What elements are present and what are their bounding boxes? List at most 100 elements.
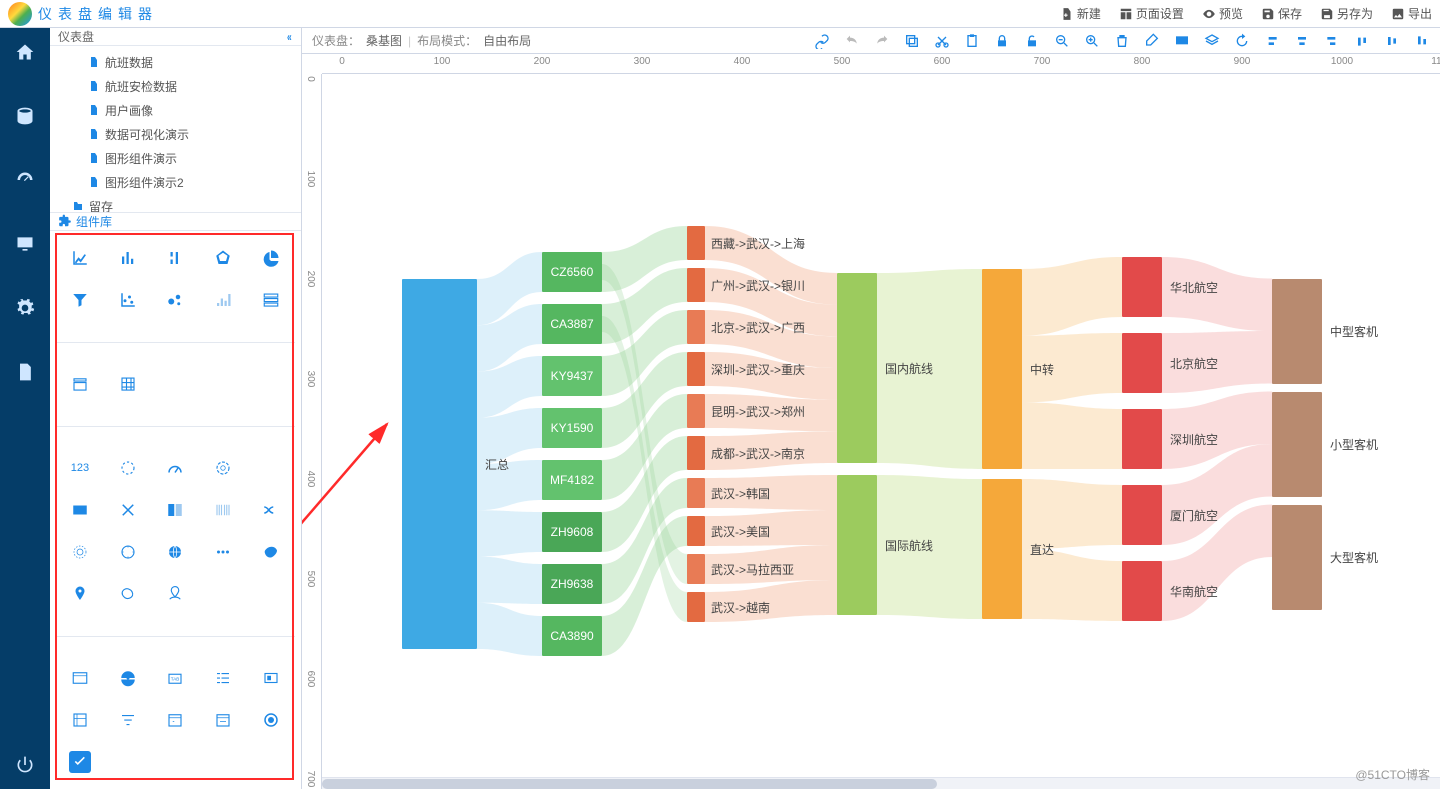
- location-group-icon[interactable]: [164, 583, 186, 605]
- tree-item[interactable]: 航班安检数据: [50, 74, 301, 98]
- sankey-node[interactable]: 中型客机: [1272, 279, 1322, 384]
- screen-icon[interactable]: [1174, 33, 1190, 49]
- refresh-icon[interactable]: [1234, 33, 1250, 49]
- preview-button[interactable]: 预览: [1202, 5, 1243, 22]
- calendar-icon[interactable]: [69, 373, 91, 395]
- zoom-out-icon[interactable]: [1054, 33, 1070, 49]
- sankey-node[interactable]: KY1590: [542, 408, 602, 448]
- sankey-node[interactable]: 西藏->武汉->上海: [687, 226, 705, 260]
- monitor-icon[interactable]: [15, 234, 35, 254]
- sankey-node[interactable]: 北京航空: [1122, 333, 1162, 393]
- ie-icon[interactable]: [117, 667, 139, 689]
- pie-chart-icon[interactable]: [260, 247, 282, 269]
- layers-icon[interactable]: [1204, 33, 1220, 49]
- sankey-node[interactable]: 深圳->武汉->重庆: [687, 352, 705, 386]
- eraser-icon[interactable]: [1144, 33, 1160, 49]
- sankey-node[interactable]: 小型客机: [1272, 392, 1322, 497]
- copy-icon[interactable]: [904, 33, 920, 49]
- sankey-chart-icon[interactable]: [260, 499, 282, 521]
- zoom-in-icon[interactable]: [1084, 33, 1100, 49]
- pin-icon[interactable]: [69, 583, 91, 605]
- sankey-node[interactable]: 武汉->越南: [687, 592, 705, 622]
- power-icon[interactable]: [15, 755, 35, 775]
- frame-icon[interactable]: [260, 667, 282, 689]
- align-center-icon[interactable]: [1294, 33, 1310, 49]
- gauge-icon[interactable]: [164, 457, 186, 479]
- dashboard-icon[interactable]: [15, 170, 35, 190]
- column-chart-icon[interactable]: [164, 247, 186, 269]
- save-as-button[interactable]: 另存为: [1320, 5, 1373, 22]
- sankey-node[interactable]: 厦门航空: [1122, 485, 1162, 545]
- waterfall-icon[interactable]: [212, 289, 234, 311]
- checkbox-icon[interactable]: [69, 751, 91, 773]
- layout-split-icon[interactable]: [164, 499, 186, 521]
- sankey-node[interactable]: KY9437: [542, 356, 602, 396]
- globe-ring-icon[interactable]: [69, 541, 91, 563]
- gauge-minimal-icon[interactable]: [117, 457, 139, 479]
- canvas[interactable]: 汇总 CZ6560 CA3887 KY9437 KY1590 MF4182 ZH9608 ZH…: [322, 74, 1440, 789]
- scrollbar-horizontal[interactable]: [322, 777, 1440, 789]
- sankey-node[interactable]: CZ6560: [542, 252, 602, 292]
- lock-icon[interactable]: [994, 33, 1010, 49]
- bar-chart-icon[interactable]: [117, 247, 139, 269]
- form-icon[interactable]: [69, 709, 91, 731]
- date-picker-icon[interactable]: [164, 709, 186, 731]
- tree-item[interactable]: 留存: [50, 194, 301, 212]
- tree-item[interactable]: 图形组件演示: [50, 146, 301, 170]
- undo-icon[interactable]: [844, 33, 860, 49]
- globe-icon[interactable]: [164, 541, 186, 563]
- align-right-icon[interactable]: [1324, 33, 1340, 49]
- tree-item[interactable]: 用户画像: [50, 98, 301, 122]
- align-left-icon[interactable]: [1264, 33, 1280, 49]
- radio-icon[interactable]: [260, 709, 282, 731]
- gauge-ring-icon[interactable]: [212, 457, 234, 479]
- filter-list-icon[interactable]: [117, 709, 139, 731]
- sankey-node[interactable]: 华南航空: [1122, 561, 1162, 621]
- page-settings-button[interactable]: 页面设置: [1119, 5, 1184, 22]
- sankey-node-icon[interactable]: [117, 499, 139, 521]
- china-map-icon[interactable]: [260, 541, 282, 563]
- scatter-chart-icon[interactable]: [117, 289, 139, 311]
- sankey-node[interactable]: CA3890: [542, 616, 602, 656]
- table-icon[interactable]: [260, 289, 282, 311]
- compass-icon[interactable]: [117, 541, 139, 563]
- home-icon[interactable]: [15, 42, 35, 62]
- sankey-node[interactable]: 武汉->马拉西亚: [687, 554, 705, 584]
- sankey-node[interactable]: 国内航线: [837, 273, 877, 463]
- align-middle-icon[interactable]: [1384, 33, 1400, 49]
- sankey-node[interactable]: 大型客机: [1272, 505, 1322, 610]
- sankey-node[interactable]: ZH9608: [542, 512, 602, 552]
- tree-item[interactable]: 图形组件演示2: [50, 170, 301, 194]
- database-icon[interactable]: [15, 106, 35, 126]
- sankey-node[interactable]: 深圳航空: [1122, 409, 1162, 469]
- sankey-node[interactable]: 武汉->韩国: [687, 478, 705, 508]
- sankey-node[interactable]: 成都->武汉->南京: [687, 436, 705, 470]
- sankey-node[interactable]: CA3887: [542, 304, 602, 344]
- link-icon[interactable]: [814, 33, 830, 49]
- sankey-node[interactable]: 直达: [982, 479, 1022, 619]
- funnel-chart-icon[interactable]: [69, 289, 91, 311]
- new-button[interactable]: 新建: [1060, 5, 1101, 22]
- sankey-node[interactable]: 华北航空: [1122, 257, 1162, 317]
- kpi-number-icon[interactable]: 123: [69, 457, 91, 479]
- sankey-node[interactable]: 中转: [982, 269, 1022, 469]
- settings-icon[interactable]: [15, 298, 35, 318]
- sankey-node[interactable]: MF4182: [542, 460, 602, 500]
- cut-icon[interactable]: [934, 33, 950, 49]
- align-top-icon[interactable]: [1354, 33, 1370, 49]
- tree-item[interactable]: 数据可视化演示: [50, 122, 301, 146]
- radar-chart-icon[interactable]: [212, 247, 234, 269]
- tab-icon[interactable]: TAB: [164, 667, 186, 689]
- sankey-node[interactable]: ZH9638: [542, 564, 602, 604]
- sankey-node[interactable]: 北京->武汉->广西: [687, 310, 705, 344]
- sankey-node[interactable]: 昆明->武汉->郑州: [687, 394, 705, 428]
- bubble-chart-icon[interactable]: [164, 289, 186, 311]
- tree-item[interactable]: 航班数据: [50, 50, 301, 74]
- region-map-icon[interactable]: [117, 583, 139, 605]
- component-library-header[interactable]: 组件库: [50, 212, 301, 231]
- export-button[interactable]: 导出: [1391, 5, 1432, 22]
- grid-icon[interactable]: [117, 373, 139, 395]
- paste-icon[interactable]: [964, 33, 980, 49]
- sankey-node[interactable]: 汇总: [402, 279, 477, 649]
- window-icon[interactable]: [69, 667, 91, 689]
